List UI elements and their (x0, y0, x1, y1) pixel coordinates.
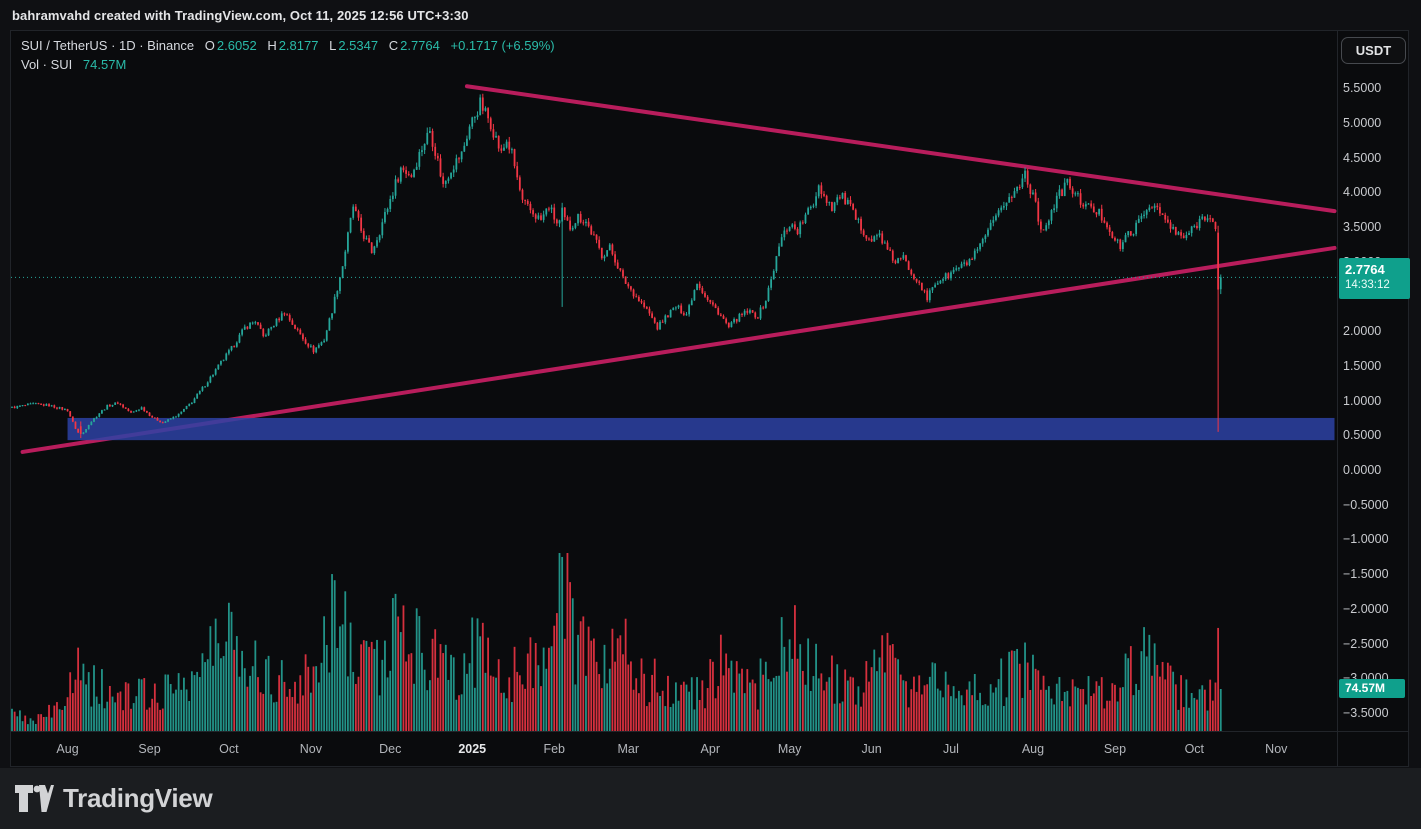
currency-toggle-button[interactable]: USDT (1341, 37, 1406, 64)
high-value: 2.8177 (279, 38, 319, 53)
trendlines-group[interactable] (23, 86, 1335, 452)
time-tick: Oct (1166, 742, 1222, 756)
bar-countdown: 14:33:12 (1345, 278, 1410, 293)
close-value: 2.7764 (400, 38, 440, 53)
last-price-tag: 2.7764 14:33:12 (1339, 258, 1410, 299)
price-tick: −1.5000 (1343, 566, 1407, 582)
price-tick: 5.0000 (1343, 115, 1407, 131)
volume-legend-row: Vol · SUI 74.57M (21, 57, 126, 72)
price-axis[interactable] (1338, 31, 1410, 731)
time-tick: Apr (682, 742, 738, 756)
tradingview-logo-text: TradingView (63, 783, 212, 814)
volume-group (11, 553, 1222, 731)
time-tick: Nov (283, 742, 339, 756)
price-tick: 5.5000 (1343, 80, 1407, 96)
high-label: H (267, 38, 276, 53)
support-zone[interactable] (68, 418, 1335, 440)
volume-value-tag: 74.57M (1339, 679, 1405, 698)
tradingview-logo[interactable]: TradingView (14, 783, 212, 814)
symbol-legend-row: SUI / TetherUS · 1D · Binance O2.6052 H2… (21, 38, 555, 53)
change-value: +0.1717 (+6.59%) (451, 38, 555, 53)
time-tick: Oct (201, 742, 257, 756)
low-value: 2.5347 (338, 38, 378, 53)
volume-study-value: 74.57M (83, 57, 126, 72)
time-tick: Nov (1248, 742, 1304, 756)
price-tick: 4.0000 (1343, 184, 1407, 200)
time-tick: Sep (1087, 742, 1143, 756)
time-tick: Mar (600, 742, 656, 756)
volume-study-label[interactable]: Vol · SUI (21, 57, 72, 72)
time-tick: 2025 (444, 742, 500, 756)
footer-bar: TradingView (0, 768, 1421, 829)
open-label: O (205, 38, 215, 53)
time-tick: Aug (40, 742, 96, 756)
open-value: 2.6052 (217, 38, 257, 53)
price-tick: −2.5000 (1343, 636, 1407, 652)
time-tick: Aug (1005, 742, 1061, 756)
price-tick: 1.5000 (1343, 358, 1407, 374)
price-tick: 3.5000 (1343, 219, 1407, 235)
time-tick: Jun (844, 742, 900, 756)
price-tick: 2.0000 (1343, 323, 1407, 339)
descending-trendline (467, 86, 1335, 211)
symbol-title[interactable]: SUI / TetherUS · 1D · Binance (21, 38, 194, 53)
candles-group (11, 94, 1222, 438)
tradingview-logo-icon (14, 784, 54, 813)
price-tick: −0.5000 (1343, 497, 1407, 513)
last-price-value: 2.7764 (1345, 261, 1410, 278)
axis-separator-vertical (1337, 31, 1338, 767)
time-tick: May (762, 742, 818, 756)
time-tick: Dec (362, 742, 418, 756)
time-tick: Feb (526, 742, 582, 756)
price-chart-canvas[interactable] (11, 31, 1410, 768)
price-tick: −3.5000 (1343, 705, 1407, 721)
close-label: C (389, 38, 398, 53)
low-label: L (329, 38, 336, 53)
price-tick: −1.0000 (1343, 531, 1407, 547)
time-tick: Sep (122, 742, 178, 756)
price-tick: −2.0000 (1343, 601, 1407, 617)
support-zone-rect (68, 418, 1335, 440)
price-tick: 4.5000 (1343, 150, 1407, 166)
price-tick: 0.0000 (1343, 462, 1407, 478)
axis-separator-horizontal (11, 731, 1409, 732)
time-tick: Jul (923, 742, 979, 756)
attribution-text: bahramvahd created with TradingView.com,… (12, 8, 469, 23)
price-tick: 0.5000 (1343, 427, 1407, 443)
price-tick: 1.0000 (1343, 393, 1407, 409)
